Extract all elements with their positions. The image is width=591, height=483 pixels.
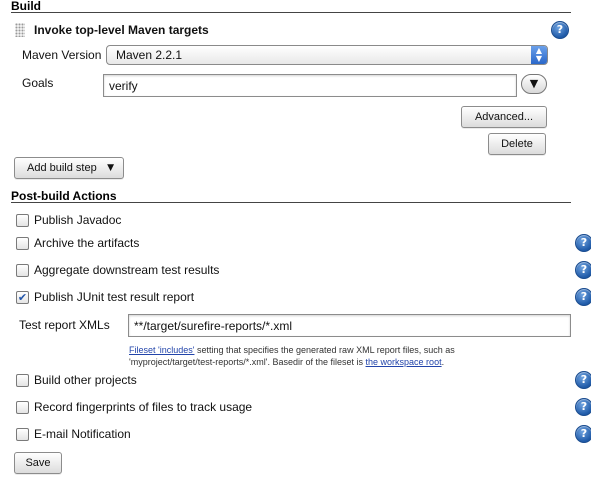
archive-artifacts-label: Archive the artifacts <box>34 236 140 250</box>
add-build-step-button[interactable]: Add build step ▼ <box>14 157 124 179</box>
post-build-section-title: Post-build Actions <box>11 189 117 203</box>
drag-handle-icon[interactable] <box>15 23 25 37</box>
test-report-help-note: Fileset 'includes' setting that specifie… <box>129 344 569 368</box>
goals-input[interactable]: verify <box>103 74 517 97</box>
goals-label: Goals <box>22 76 54 90</box>
help-icon[interactable]: ? <box>575 288 591 306</box>
fileset-includes-link[interactable]: Fileset 'includes' <box>129 345 194 355</box>
test-report-label: Test report XMLs <box>19 318 110 332</box>
build-section-divider <box>11 12 571 13</box>
test-report-input-value: **/target/surefire-reports/*.xml <box>134 319 293 333</box>
help-icon[interactable]: ? <box>575 371 591 389</box>
help-icon[interactable]: ? <box>551 21 569 39</box>
maven-version-label: Maven Version <box>22 48 102 62</box>
publish-javadoc-checkbox[interactable] <box>16 214 29 227</box>
checkmark-icon: ✔ <box>17 291 28 304</box>
post-build-section-divider <box>11 202 571 203</box>
build-step-title: Invoke top-level Maven targets <box>34 23 209 37</box>
archive-artifacts-checkbox[interactable] <box>16 237 29 250</box>
dropdown-arrow-icon: ▲ ▼ <box>531 46 547 64</box>
dropdown-arrow-icon: ▼ <box>107 163 114 173</box>
email-notification-checkbox[interactable] <box>16 428 29 441</box>
help-icon[interactable]: ? <box>575 234 591 252</box>
help-icon[interactable]: ? <box>575 398 591 416</box>
maven-version-select[interactable]: Maven 2.2.1 ▲ ▼ <box>106 45 548 65</box>
note-text-2: 'myproject/target/test-reports/*.xml'. B… <box>129 357 366 367</box>
maven-version-value: Maven 2.2.1 <box>116 48 183 62</box>
delete-button[interactable]: Delete <box>488 133 546 155</box>
publish-junit-checkbox[interactable]: ✔ <box>16 291 29 304</box>
note-text-3: . <box>441 357 445 367</box>
aggregate-results-checkbox[interactable] <box>16 264 29 277</box>
publish-javadoc-label: Publish Javadoc <box>34 213 122 227</box>
help-icon[interactable]: ? <box>575 425 591 443</box>
note-text-1: setting that specifies the generated raw… <box>194 345 455 355</box>
expand-arrow-icon[interactable]: ▼ <box>521 74 547 94</box>
advanced-button[interactable]: Advanced... <box>461 106 547 128</box>
build-other-projects-label: Build other projects <box>34 373 137 387</box>
save-button[interactable]: Save <box>14 452 62 474</box>
record-fingerprints-checkbox[interactable] <box>16 401 29 414</box>
email-notification-label: E-mail Notification <box>34 427 131 441</box>
test-report-input[interactable]: **/target/surefire-reports/*.xml <box>128 314 571 337</box>
workspace-root-link[interactable]: the workspace root <box>366 357 442 367</box>
publish-junit-label: Publish JUnit test result report <box>34 290 195 304</box>
build-other-projects-checkbox[interactable] <box>16 374 29 387</box>
add-build-step-label: Add build step <box>27 162 97 174</box>
aggregate-results-label: Aggregate downstream test results <box>34 263 220 277</box>
record-fingerprints-label: Record fingerprints of files to track us… <box>34 400 253 414</box>
help-icon[interactable]: ? <box>575 261 591 279</box>
goals-input-value: verify <box>109 79 138 93</box>
